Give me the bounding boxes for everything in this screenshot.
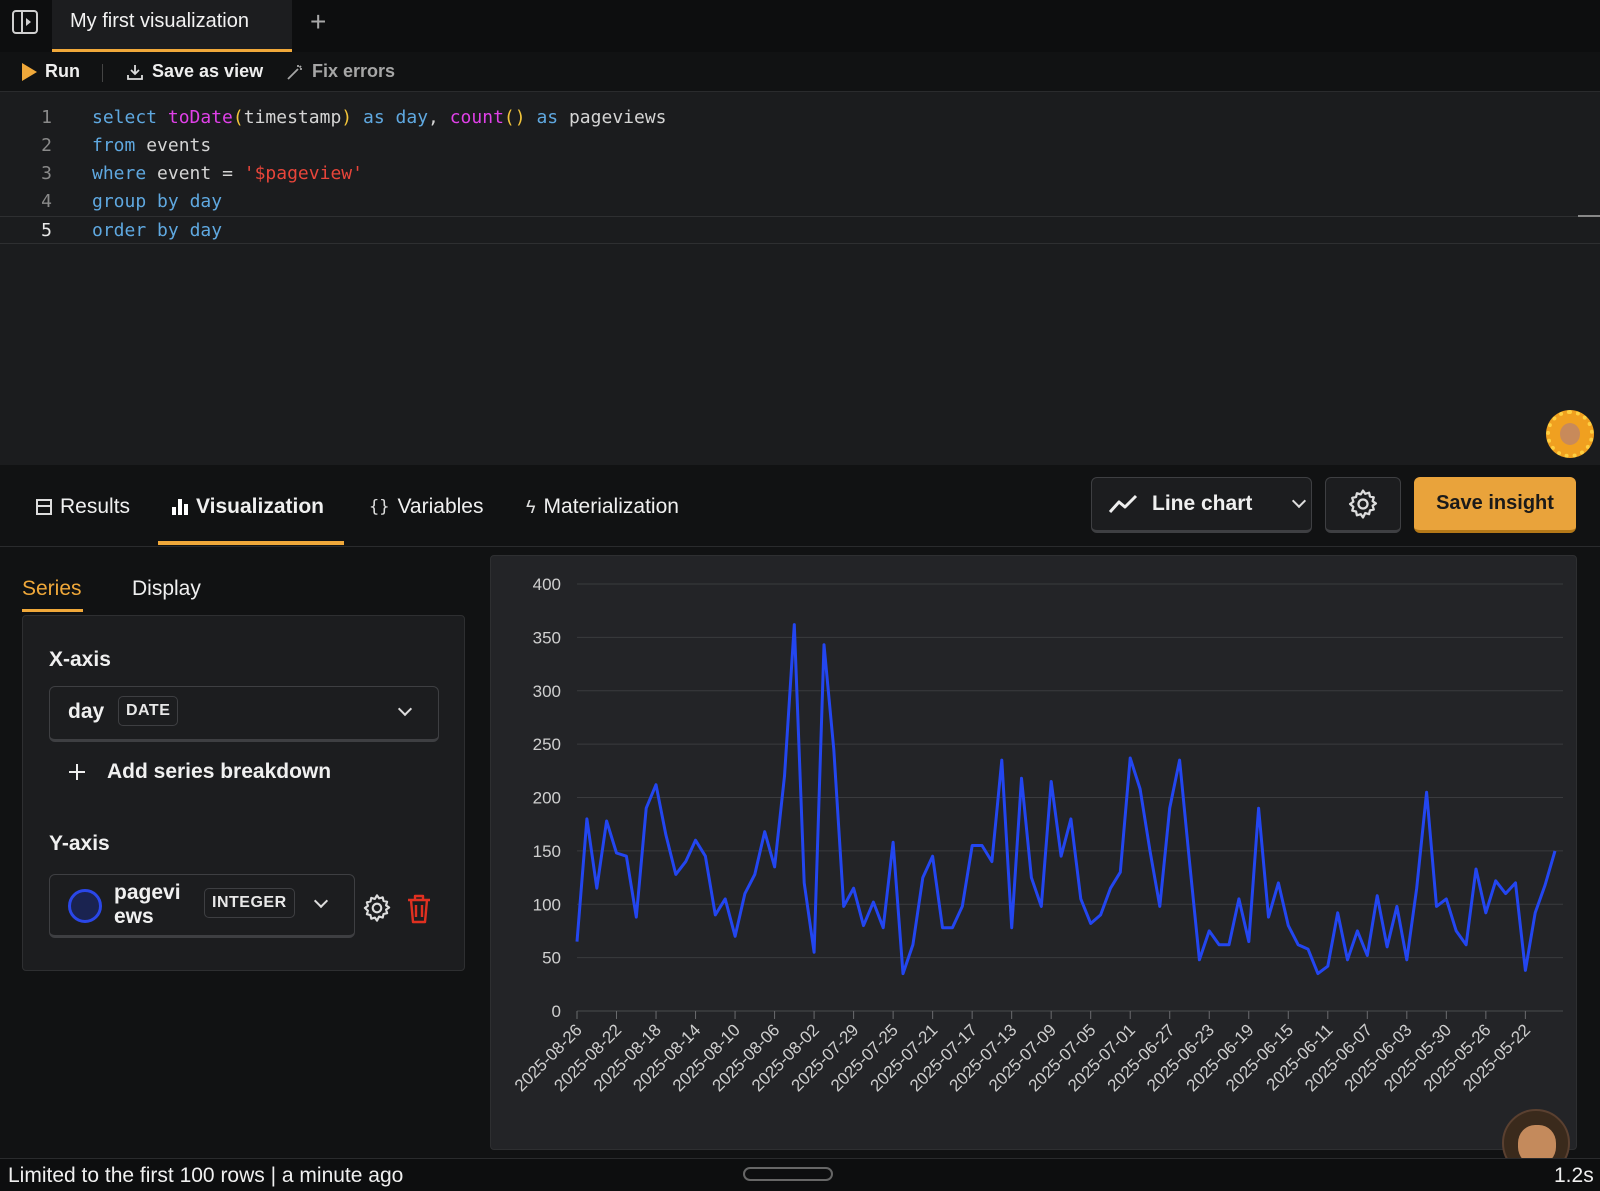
chart-canvas: 0501001502002503003504002025-08-262025-0… bbox=[511, 575, 1563, 1095]
editor-scroll-marker[interactable] bbox=[1578, 215, 1600, 217]
line-number: 1 bbox=[41, 107, 52, 128]
tab-results[interactable]: Results bbox=[36, 491, 130, 523]
x-type-badge: DATE bbox=[118, 696, 179, 726]
active-tab-indicator bbox=[158, 541, 344, 545]
line-number: 4 bbox=[41, 191, 52, 212]
fix-errors-label: Fix errors bbox=[312, 61, 396, 81]
line-number: 3 bbox=[41, 163, 52, 184]
y-tick-label: 350 bbox=[533, 628, 561, 647]
line-chart: 0 50 100 150 200 250 300 350 400 2025-08-26 2025-0… bbox=[490, 555, 1577, 1150]
tab-display[interactable]: Display bbox=[132, 577, 201, 601]
trash-icon[interactable] bbox=[406, 894, 432, 924]
save-insight-button[interactable]: Save insight bbox=[1414, 477, 1576, 533]
fix-errors-button[interactable]: Fix errors bbox=[286, 61, 395, 82]
code-text: order by day bbox=[92, 220, 223, 241]
save-as-view-button[interactable]: Save as view bbox=[126, 61, 263, 82]
chevron-down-icon bbox=[1292, 493, 1307, 509]
tab-my-first-visualization[interactable]: My first visualization bbox=[52, 0, 292, 52]
chart-type-select[interactable]: Line chart bbox=[1091, 477, 1312, 533]
editor-toolbar: Run Save as view Fix errors bbox=[0, 52, 1600, 92]
tab-series[interactable]: Series bbox=[22, 577, 82, 601]
series-config-panel: X-axis day DATE Add series breakdown Y-a… bbox=[22, 615, 465, 971]
chevron-down-icon bbox=[397, 701, 413, 717]
x-axis-label: X-axis bbox=[49, 648, 111, 671]
code-line: 1 select toDate(timestamp) as day, count… bbox=[0, 104, 1600, 132]
chevron-down-icon bbox=[313, 893, 329, 909]
gear-icon bbox=[1348, 489, 1378, 519]
code-text: from events bbox=[92, 135, 212, 156]
query-timing: 1.2s bbox=[1554, 1164, 1594, 1187]
chart-settings-button[interactable] bbox=[1325, 477, 1401, 533]
y-type-badge: INTEGER bbox=[204, 888, 295, 918]
y-tick-label: 0 bbox=[552, 1002, 561, 1021]
y-field-name: pagevi ews bbox=[114, 881, 181, 928]
y-tick-label: 200 bbox=[533, 789, 561, 808]
hedgehog-assistant-icon[interactable] bbox=[1546, 410, 1594, 458]
sidebar-toggle-icon[interactable] bbox=[12, 10, 38, 34]
magic-wand-icon bbox=[287, 64, 302, 80]
code-line: 3 where event = '$pageview' bbox=[0, 160, 1600, 188]
code-text: select toDate(timestamp) as day, count()… bbox=[92, 107, 667, 128]
tab-bar: My first visualization + bbox=[0, 0, 1600, 52]
y-tick-label: 300 bbox=[533, 682, 561, 701]
y-tick-label: 400 bbox=[533, 575, 561, 594]
tab-variables[interactable]: {} Variables bbox=[369, 491, 483, 523]
line-number: 5 bbox=[41, 220, 52, 241]
x-field-name: day bbox=[68, 700, 105, 723]
status-text: Limited to the first 100 rows | a minute… bbox=[8, 1164, 404, 1187]
tab-visualization[interactable]: Visualization bbox=[172, 491, 324, 523]
bolt-icon: ϟ bbox=[526, 496, 536, 517]
download-icon bbox=[127, 64, 143, 80]
tab-materialization[interactable]: ϟ Materialization bbox=[526, 491, 679, 523]
save-as-view-label: Save as view bbox=[152, 61, 264, 81]
y-tick-label: 50 bbox=[542, 949, 561, 968]
y-tick-label: 250 bbox=[533, 735, 561, 754]
code-text: where event = '$pageview' bbox=[92, 163, 363, 184]
code-line-active: 5 order by day bbox=[0, 216, 1600, 244]
bar-chart-icon bbox=[172, 499, 188, 515]
add-tab-button[interactable]: + bbox=[310, 6, 326, 38]
y-tick-label: 150 bbox=[533, 842, 561, 861]
code-line: 2 from events bbox=[0, 132, 1600, 160]
x-axis-select[interactable]: day DATE bbox=[49, 686, 439, 742]
run-button[interactable]: Run bbox=[22, 61, 80, 82]
series-line-pageviews bbox=[575, 623, 1557, 976]
tab-label: My first visualization bbox=[70, 10, 249, 32]
braces-icon: {} bbox=[369, 497, 390, 517]
resize-handle[interactable] bbox=[743, 1167, 833, 1181]
y-axis-select[interactable]: pagevi ews INTEGER bbox=[49, 874, 355, 938]
series-tab-indicator bbox=[22, 609, 83, 612]
plus-icon bbox=[69, 764, 85, 780]
code-text: group by day bbox=[92, 191, 223, 212]
y-tick-label: 100 bbox=[533, 895, 561, 914]
toolbar-divider bbox=[102, 64, 103, 82]
code-line: 4 group by day bbox=[0, 188, 1600, 216]
table-icon bbox=[36, 499, 52, 515]
line-chart-icon bbox=[1108, 494, 1138, 514]
play-icon bbox=[22, 62, 37, 81]
status-bar: Limited to the first 100 rows | a minute… bbox=[0, 1158, 1600, 1191]
run-label: Run bbox=[45, 61, 80, 81]
series-color-dot[interactable] bbox=[68, 889, 102, 923]
output-tabs: Results Visualization {} Variables ϟ Mat… bbox=[0, 465, 1600, 547]
sql-editor[interactable]: 1 select toDate(timestamp) as day, count… bbox=[0, 92, 1600, 465]
y-axis-label: Y-axis bbox=[49, 832, 110, 855]
add-series-breakdown-button[interactable]: Add series breakdown bbox=[67, 760, 331, 784]
gear-icon[interactable] bbox=[361, 892, 393, 924]
line-number: 2 bbox=[41, 135, 52, 156]
